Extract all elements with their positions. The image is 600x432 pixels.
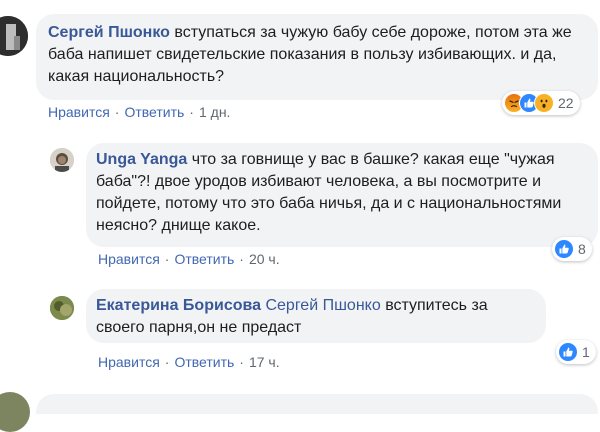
comment-bubble: Unga Yanga что за говнище у вас в башке?…: [86, 143, 598, 247]
comment-author[interactable]: Екатерина Борисова: [96, 297, 261, 314]
like-button[interactable]: Нравится: [48, 104, 110, 120]
reply-comment: Екатерина Борисова Сергей Пшонко вступит…: [0, 280, 600, 380]
comment-bubble: Сергей Пшонко вступаться за чужую бабу с…: [36, 14, 598, 100]
separator: ·: [164, 354, 170, 370]
like-icon: [554, 239, 574, 259]
avatar[interactable]: [0, 392, 30, 432]
comment: Сергей Пшонко вступаться за чужую бабу с…: [0, 0, 600, 130]
user-photo-icon: [50, 296, 74, 320]
comment-author[interactable]: Сергей Пшонко: [48, 24, 170, 41]
like-icon: [558, 342, 578, 362]
comment-timestamp[interactable]: 17 ч.: [249, 354, 280, 370]
reply-comment: Unga Yanga что за говнище у вас в башке?…: [0, 130, 600, 280]
reaction-count: 22: [558, 95, 574, 111]
wow-icon: [534, 93, 554, 113]
comment-timestamp[interactable]: 1 дн.: [199, 104, 230, 120]
like-button[interactable]: Нравится: [98, 354, 160, 370]
reaction-summary[interactable]: 8: [552, 237, 592, 261]
separator: ·: [239, 251, 244, 267]
avatar[interactable]: [0, 16, 28, 56]
reply-button[interactable]: Ответить: [174, 251, 234, 267]
comment-actions: Нравится · Ответить · 20 ч.: [98, 251, 280, 267]
avatar[interactable]: [50, 148, 74, 172]
user-photo-icon: [50, 148, 74, 172]
comment-bubble: [36, 394, 598, 414]
reaction-count: 8: [578, 241, 586, 257]
reply-button[interactable]: Ответить: [124, 104, 184, 120]
comment-timestamp[interactable]: 20 ч.: [249, 251, 280, 267]
reaction-summary[interactable]: 22: [502, 91, 580, 115]
avatar[interactable]: [50, 296, 74, 320]
separator: ·: [239, 354, 244, 370]
comment-author[interactable]: Unga Yanga: [96, 151, 187, 168]
reply-button[interactable]: Ответить: [174, 354, 234, 370]
like-button[interactable]: Нравится: [98, 251, 160, 267]
separator: ·: [114, 104, 120, 120]
reaction-count: 1: [582, 344, 590, 360]
comment-bubble: Екатерина Борисова Сергей Пшонко вступит…: [86, 289, 546, 343]
mention-link[interactable]: Сергей Пшонко: [265, 297, 380, 314]
reaction-summary[interactable]: 1: [556, 340, 596, 364]
separator: ·: [189, 104, 194, 120]
comment-actions: Нравится · Ответить · 1 дн.: [48, 104, 230, 120]
user-photo-icon: [0, 16, 28, 56]
separator: ·: [164, 251, 170, 267]
comment-actions: Нравится · Ответить · 17 ч.: [98, 354, 280, 370]
